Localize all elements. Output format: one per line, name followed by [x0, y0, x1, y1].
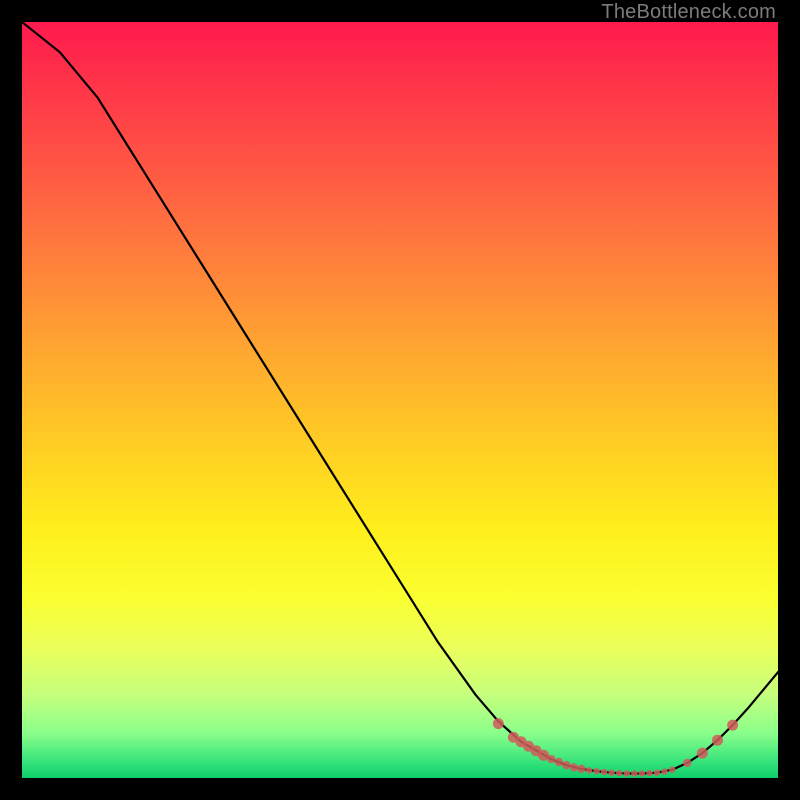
marker-dot [646, 770, 652, 776]
marker-dot [727, 720, 738, 731]
watermark-text: TheBottleneck.com [601, 1, 776, 24]
marker-dot [601, 769, 607, 775]
marker-dot [654, 770, 660, 776]
chart-container: TheBottleneck.com [0, 0, 800, 800]
plot-area [22, 22, 778, 778]
marker-dot [697, 748, 708, 759]
marker-dot [562, 761, 570, 769]
marker-dot [616, 770, 622, 776]
marker-dot [639, 770, 645, 776]
chart-overlay-svg [22, 22, 778, 778]
curve-line [22, 22, 778, 774]
marker-dot [631, 770, 637, 776]
marker-dot [547, 755, 555, 763]
marker-dot [609, 770, 615, 776]
marker-dot [669, 767, 675, 773]
marker-dot [661, 768, 667, 774]
marker-dot [593, 768, 599, 774]
marker-dot [493, 718, 504, 729]
marker-dot [570, 763, 578, 771]
marker-dot [577, 765, 585, 773]
highlight-markers [493, 718, 738, 777]
marker-dot [624, 770, 630, 776]
marker-dot [712, 735, 723, 746]
marker-dot [683, 759, 691, 767]
marker-dot [586, 767, 592, 773]
marker-dot [555, 758, 563, 766]
